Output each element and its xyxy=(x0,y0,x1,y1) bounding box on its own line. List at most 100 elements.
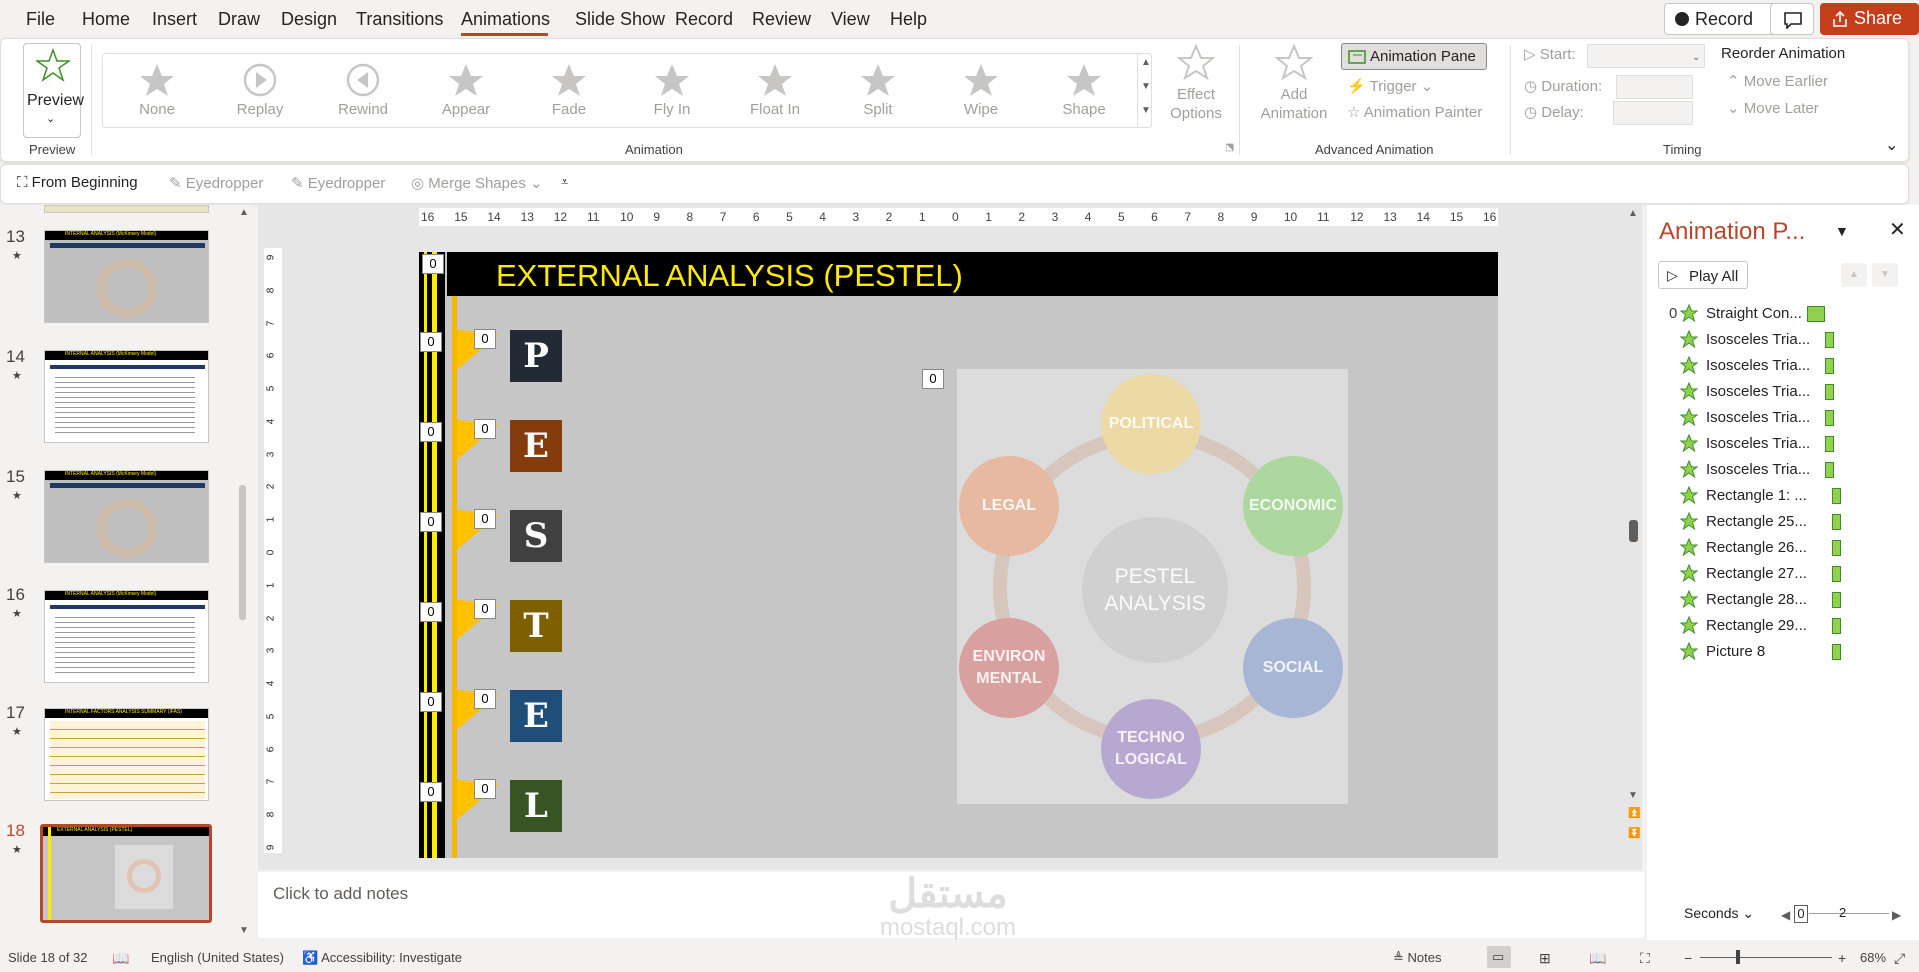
move-up-button[interactable]: ▲ xyxy=(1841,263,1867,287)
pane-options-chevron-icon[interactable]: ▼ xyxy=(1835,223,1849,239)
language-indicator[interactable]: English (United States) xyxy=(151,950,284,965)
spelling-icon[interactable]: 📖 xyxy=(112,950,129,967)
editor-scrollbar-thumb[interactable] xyxy=(1629,520,1638,542)
menu-review[interactable]: Review xyxy=(752,9,811,30)
animation-item[interactable]: Rectangle 28... xyxy=(1647,587,1919,613)
move-later-button[interactable]: ⌄ Move Later xyxy=(1727,99,1819,117)
thumbnail-17[interactable]: INTERNAL FACTORS ANALYSIS SUMMARY (IFAS) xyxy=(44,708,209,801)
thumbnail-14[interactable]: INTERNAL ANALYSIS (McKinsey Model) xyxy=(44,350,209,443)
notes-pane[interactable]: Click to add notes مستقل mostaql.com xyxy=(258,872,1644,940)
customize-qat-icon[interactable]: ⩡ xyxy=(561,174,568,190)
timing-bar[interactable] xyxy=(1825,436,1834,452)
pestel-letter-t[interactable]: T xyxy=(510,600,562,652)
timing-bar[interactable] xyxy=(1832,618,1841,634)
anim-fly-in[interactable]: Fly In xyxy=(623,58,721,124)
timing-bar[interactable] xyxy=(1825,358,1834,374)
previous-slide-icon[interactable]: ⏫ xyxy=(1628,808,1640,819)
accessibility-indicator[interactable]: ♿ Accessibility: Investigate xyxy=(302,950,462,966)
pestel-letter-l[interactable]: L xyxy=(510,780,562,832)
slide-sorter-icon[interactable]: ⊞ xyxy=(1539,950,1551,967)
timing-bar[interactable] xyxy=(1832,566,1841,582)
slide-counter[interactable]: Slide 18 of 32 xyxy=(8,950,88,965)
pestel-letter-e2[interactable]: E xyxy=(510,690,562,742)
anim-wipe[interactable]: Wipe xyxy=(932,58,1030,124)
timeline-right-icon[interactable]: ▶ xyxy=(1892,908,1901,922)
animation-item[interactable]: Isosceles Tria... xyxy=(1647,405,1919,431)
zoom-in-icon[interactable]: + xyxy=(1838,950,1846,966)
menu-view[interactable]: View xyxy=(831,9,870,30)
slide-canvas[interactable]: EXTERNAL ANALYSIS (PESTEL) P E S T E L 0… xyxy=(419,252,1498,858)
play-all-button[interactable]: ▷ Play All xyxy=(1658,261,1748,289)
menu-design[interactable]: Design xyxy=(281,9,337,30)
move-earlier-button[interactable]: ⌃ Move Earlier xyxy=(1727,72,1828,90)
zoom-out-icon[interactable]: − xyxy=(1684,950,1692,966)
zoom-slider-track[interactable] xyxy=(1700,957,1832,958)
scroll-down-icon[interactable]: ▼ xyxy=(239,925,249,936)
menu-animations[interactable]: Animations xyxy=(461,9,550,30)
menu-file[interactable]: File xyxy=(26,9,55,30)
timing-bar[interactable] xyxy=(1832,540,1841,556)
notes-button[interactable]: ≜ Notes xyxy=(1393,950,1441,966)
effect-options-button[interactable]: Effect Options xyxy=(1161,43,1231,133)
dialog-launcher-icon[interactable]: ⬔ xyxy=(1225,142,1234,153)
thumbnail-15[interactable]: INTERNAL ANALYSIS (McKinsey Model) xyxy=(44,470,209,563)
gallery-scroll[interactable]: ▲ ▼ ▼ xyxy=(1137,54,1152,127)
normal-view-button[interactable]: ▭ xyxy=(1487,946,1511,968)
menu-insert[interactable]: Insert xyxy=(152,9,197,30)
anim-none[interactable]: None xyxy=(108,58,206,124)
comments-button[interactable] xyxy=(1770,3,1814,35)
reading-view-icon[interactable]: 📖 xyxy=(1589,950,1606,967)
from-beginning-button[interactable]: ⛶ From Beginning xyxy=(17,174,138,191)
zoom-level[interactable]: 68% xyxy=(1860,950,1886,965)
seconds-dropdown[interactable]: Seconds ⌄ xyxy=(1684,905,1754,922)
animation-item[interactable]: Rectangle 25... xyxy=(1647,509,1919,535)
thumbnail-13[interactable]: INTERNAL ANALYSIS (McKinsey Model) xyxy=(44,230,209,323)
thumbnail-18[interactable]: EXTERNAL ANALYSIS (PESTEL) xyxy=(40,824,212,923)
record-button[interactable]: Record xyxy=(1664,3,1781,35)
slideshow-view-icon[interactable]: ⛶ xyxy=(1640,950,1650,967)
next-slide-icon[interactable]: ⏬ xyxy=(1628,828,1640,839)
duration-input[interactable] xyxy=(1616,75,1693,99)
pestel-letter-s[interactable]: S xyxy=(510,510,562,562)
anim-split[interactable]: Split xyxy=(829,58,927,124)
merge-shapes-button[interactable]: ◎ Merge Shapes ⌄ xyxy=(411,174,543,192)
menu-help[interactable]: Help xyxy=(890,9,927,30)
animation-pane-button[interactable]: Animation Pane xyxy=(1341,43,1487,70)
start-dropdown[interactable]: ⌄ xyxy=(1587,44,1705,68)
timing-bar[interactable] xyxy=(1825,410,1834,426)
animation-item[interactable]: Isosceles Tria... xyxy=(1647,353,1919,379)
menu-draw[interactable]: Draw xyxy=(218,9,260,30)
timing-bar[interactable] xyxy=(1832,644,1841,660)
menu-record[interactable]: Record xyxy=(675,9,733,30)
anim-shape[interactable]: Shape xyxy=(1035,58,1133,124)
animation-item[interactable]: Isosceles Tria... xyxy=(1647,431,1919,457)
thumbnail-scrollbar[interactable] xyxy=(239,485,246,620)
anim-fade[interactable]: Fade xyxy=(520,58,618,124)
animation-item[interactable]: Picture 8 xyxy=(1647,639,1919,665)
zoom-slider-thumb[interactable] xyxy=(1736,950,1740,964)
menu-home[interactable]: Home xyxy=(82,9,130,30)
animation-item[interactable]: Isosceles Tria... xyxy=(1647,327,1919,353)
collapse-ribbon-icon[interactable]: ⌄ xyxy=(1885,135,1898,155)
close-icon[interactable]: ✕ xyxy=(1889,217,1906,242)
scroll-down-icon[interactable]: ▼ xyxy=(1628,790,1638,801)
timing-bar[interactable] xyxy=(1807,306,1825,322)
menu-slide-show[interactable]: Slide Show xyxy=(575,9,665,30)
move-down-button[interactable]: ▼ xyxy=(1872,263,1898,287)
eyedropper-button-2[interactable]: ✎ Eyedropper xyxy=(291,174,385,192)
pestel-letter-e[interactable]: E xyxy=(510,420,562,472)
menu-transitions[interactable]: Transitions xyxy=(356,9,443,30)
add-animation-button[interactable]: Add Animation xyxy=(1249,43,1339,133)
timing-bar[interactable] xyxy=(1832,514,1841,530)
timing-bar[interactable] xyxy=(1832,488,1841,504)
animation-item[interactable]: Rectangle 27... xyxy=(1647,561,1919,587)
slide-title[interactable]: EXTERNAL ANALYSIS (PESTEL) xyxy=(496,258,963,294)
animation-item[interactable]: Isosceles Tria... xyxy=(1647,457,1919,483)
timeline-left-icon[interactable]: ◀ xyxy=(1781,908,1790,922)
scroll-up-icon[interactable]: ▲ xyxy=(1628,208,1638,219)
timing-bar[interactable] xyxy=(1825,462,1834,478)
animation-item[interactable]: Rectangle 29... xyxy=(1647,613,1919,639)
animation-item[interactable]: Rectangle 1: ... xyxy=(1647,483,1919,509)
trigger-button[interactable]: ⚡ Trigger ⌄ xyxy=(1347,77,1433,95)
anim-rewind[interactable]: Rewind xyxy=(314,58,412,124)
